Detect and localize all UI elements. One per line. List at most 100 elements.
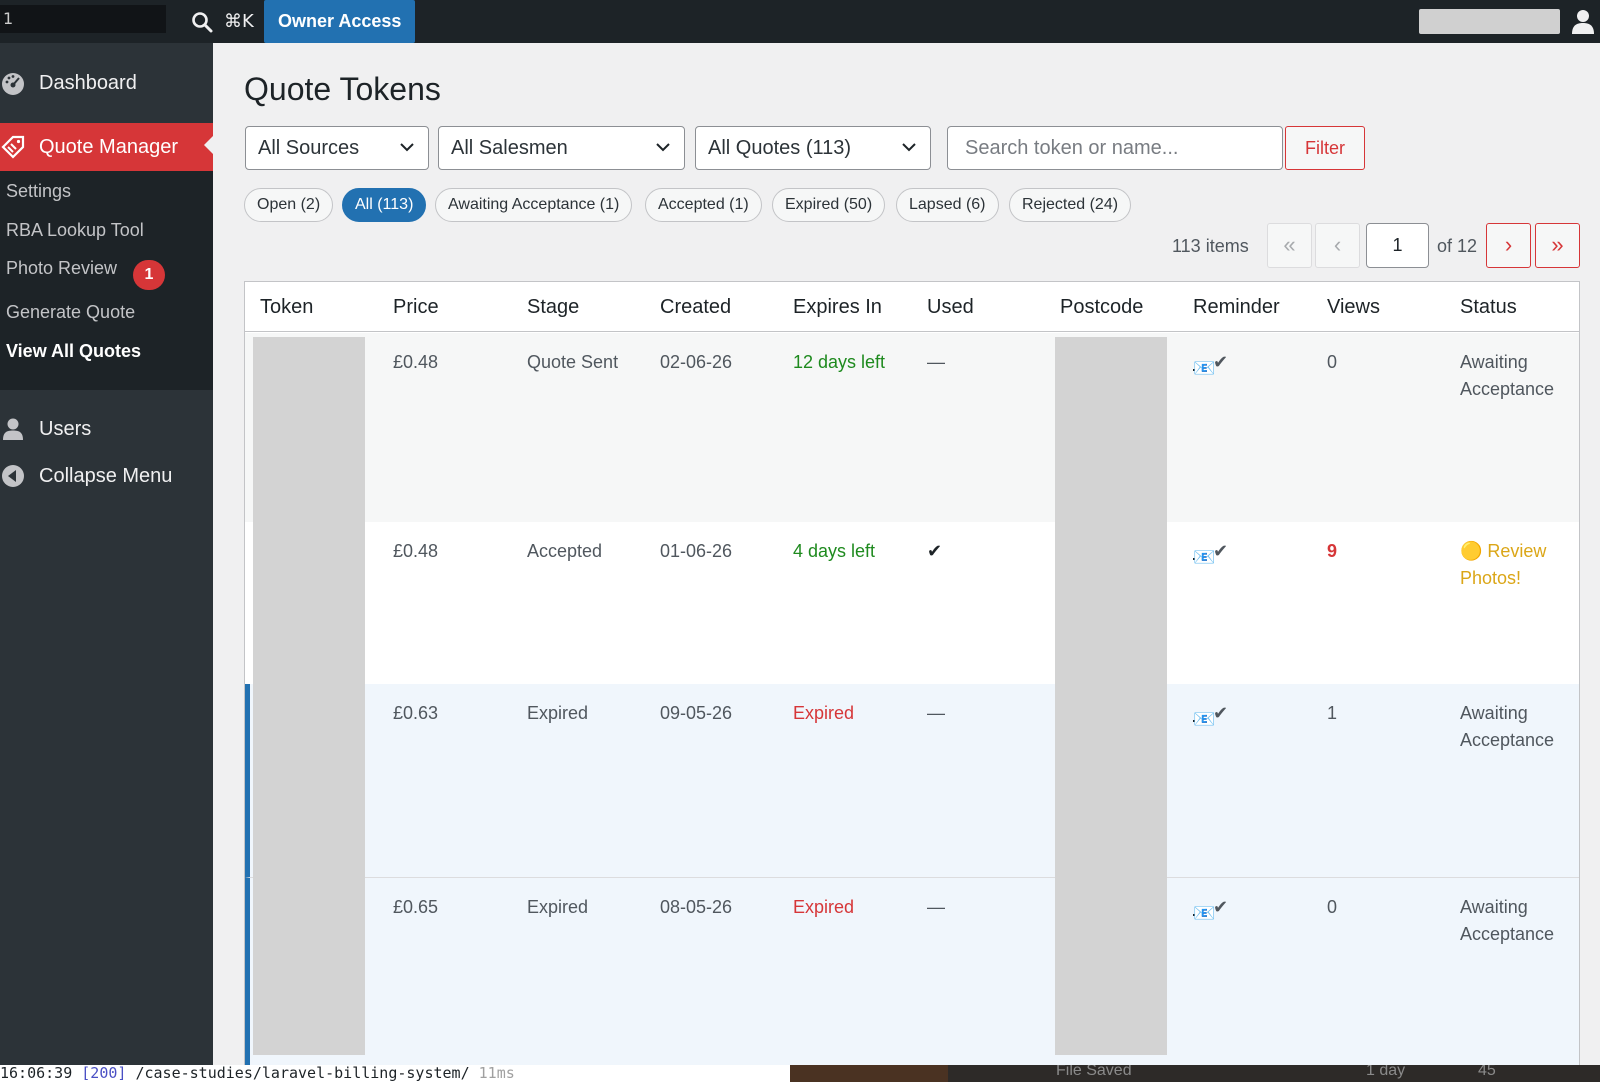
filter-button[interactable]: Filter — [1285, 126, 1365, 170]
price-cell: £0.63 — [393, 703, 439, 723]
col-postcode[interactable]: Postcode — [1060, 296, 1143, 319]
col-status[interactable]: Status — [1460, 296, 1517, 319]
first-page-button[interactable]: « — [1267, 223, 1312, 268]
menu-collapse[interactable]: Collapse Menu — [0, 454, 213, 498]
submenu-rba-lookup[interactable]: RBA Lookup Tool — [6, 220, 144, 241]
pill-lapsed[interactable]: Lapsed (6) — [896, 188, 999, 222]
status-cell: Awaiting Acceptance — [1460, 894, 1554, 948]
reminder-cell[interactable]: 📧✔ — [1193, 894, 1229, 923]
current-page-input[interactable] — [1366, 223, 1429, 268]
col-price[interactable]: Price — [393, 296, 439, 319]
pill-expired[interactable]: Expired (50) — [772, 188, 886, 222]
token-column-redacted — [253, 337, 365, 1055]
chevron-down-icon — [902, 143, 916, 152]
search-input[interactable] — [947, 126, 1283, 170]
next-page-button[interactable]: › — [1486, 223, 1531, 268]
menu-quote-manager[interactable]: Quote Manager — [0, 123, 213, 171]
col-expires-in[interactable]: Expires In — [793, 296, 882, 319]
quotes-select[interactable]: All Quotes (113) — [695, 126, 931, 170]
chevron-down-icon — [656, 143, 670, 152]
prev-page-button[interactable]: ‹ — [1315, 223, 1360, 268]
created-cell: 09-05-26 — [660, 703, 733, 723]
status-cell: Awaiting Acceptance — [1460, 700, 1554, 754]
date-text: 1 day — [1366, 1065, 1406, 1079]
pill-rejected[interactable]: Rejected (24) — [1009, 188, 1132, 222]
reminder-cell[interactable]: 📧✔ — [1193, 538, 1229, 567]
reminder-check: ✔ — [1213, 352, 1229, 372]
table-header: Token Price Stage Created Expires In Use… — [245, 282, 1579, 332]
stage-cell: Accepted — [527, 541, 603, 561]
col-views[interactable]: Views — [1327, 296, 1380, 319]
log-duration: 11ms — [478, 1065, 515, 1082]
reminder-check: ✔ — [1213, 897, 1229, 917]
envelope-icon: 📧 — [1193, 706, 1215, 729]
price-cell: £0.65 — [393, 897, 439, 917]
col-token[interactable]: Token — [260, 296, 313, 319]
created-cell: 08-05-26 — [660, 897, 733, 917]
pill-accepted[interactable]: Accepted (1) — [645, 188, 762, 222]
submenu-photo-review[interactable]: Photo Review — [6, 258, 117, 279]
collapse-icon — [2, 465, 24, 487]
tag-icon — [1, 135, 25, 159]
stage-cell: Quote Sent — [527, 352, 619, 372]
chevron-down-icon — [400, 143, 414, 152]
views-cell: 0 — [1327, 352, 1338, 372]
background-image-strip — [790, 1065, 948, 1082]
count-text: 45 — [1478, 1065, 1496, 1079]
status-line: Awaiting — [1460, 352, 1528, 372]
sources-select-value: All Sources — [258, 137, 360, 159]
dashboard-icon — [2, 73, 24, 95]
pill-all[interactable]: All (113) — [342, 188, 427, 222]
menu-users[interactable]: Users — [0, 407, 213, 451]
table-row[interactable]: £0.65 Expired 08-05-26 Expired — 📧✔ 0 Aw… — [245, 878, 1579, 1070]
submenu-view-all-quotes[interactable]: View All Quotes — [6, 341, 141, 362]
user-icon[interactable] — [1571, 9, 1595, 35]
reminder-cell[interactable]: 📧✔ — [1193, 349, 1229, 378]
table-row[interactable]: £0.63 Expired 09-05-26 Expired — 📧✔ 1 Aw… — [245, 684, 1579, 878]
status-line: Awaiting — [1460, 703, 1528, 723]
log-status: [200] — [81, 1065, 127, 1082]
col-used[interactable]: Used — [927, 296, 974, 319]
table-row[interactable]: £0.48 Quote Sent 02-06-26 12 days left —… — [245, 333, 1579, 522]
submenu-settings[interactable]: Settings — [6, 181, 71, 202]
expires-cell: 12 days left — [793, 352, 886, 372]
menu-label: Dashboard — [39, 71, 137, 94]
status-line: Acceptance — [1460, 924, 1555, 944]
col-created[interactable]: Created — [660, 296, 731, 319]
sources-select[interactable]: All Sources — [245, 126, 429, 170]
search-icon[interactable] — [190, 10, 214, 34]
reminder-check: ✔ — [1213, 703, 1229, 723]
admin-sidebar: Dashboard Quote Manager Settings RBA Loo… — [0, 43, 213, 1065]
items-count: 113 items — [1172, 236, 1249, 256]
envelope-icon: 📧 — [1193, 900, 1215, 923]
submenu-generate-quote[interactable]: Generate Quote — [6, 302, 135, 323]
log-time: 16:06:39 — [0, 1065, 73, 1082]
background-window-strip: File Saved 1 day 45 — [790, 1065, 1600, 1082]
salesmen-select[interactable]: All Salesmen — [438, 126, 685, 170]
views-cell: 0 — [1327, 897, 1338, 917]
table-row[interactable]: £0.48 Accepted 01-06-26 4 days left ✔ 📧✔… — [245, 522, 1579, 684]
reminder-check: ✔ — [1213, 541, 1229, 561]
last-page-button[interactable]: » — [1535, 223, 1580, 268]
logo-char: 1 — [3, 9, 14, 28]
status-line: Acceptance — [1460, 379, 1555, 399]
menu-dashboard[interactable]: Dashboard — [0, 61, 213, 105]
expires-cell: 4 days left — [793, 541, 876, 561]
reminder-cell[interactable]: 📧✔ — [1193, 700, 1229, 729]
page-title: Quote Tokens — [244, 71, 441, 107]
price-cell: £0.48 — [393, 352, 439, 372]
pill-open[interactable]: Open (2) — [244, 188, 334, 222]
col-stage[interactable]: Stage — [527, 296, 579, 319]
envelope-icon: 📧 — [1193, 355, 1215, 378]
pill-awaiting-acceptance[interactable]: Awaiting Acceptance (1) — [435, 188, 633, 222]
menu-label: Quote Manager — [39, 135, 178, 158]
user-name-box[interactable] — [1419, 9, 1560, 34]
quote-manager-submenu: Settings RBA Lookup Tool Photo Review 1 … — [0, 171, 213, 390]
status-cell[interactable]: 🟡 Review Photos! — [1460, 538, 1546, 592]
col-reminder[interactable]: Reminder — [1193, 296, 1280, 319]
status-line: Photos! — [1460, 568, 1522, 588]
status-cell: Awaiting Acceptance — [1460, 349, 1554, 403]
owner-access-button[interactable]: Owner Access — [264, 0, 416, 43]
admin-bar: 1 ⌘K Owner Access — [0, 0, 1600, 43]
site-logo[interactable]: 1 — [0, 5, 166, 33]
